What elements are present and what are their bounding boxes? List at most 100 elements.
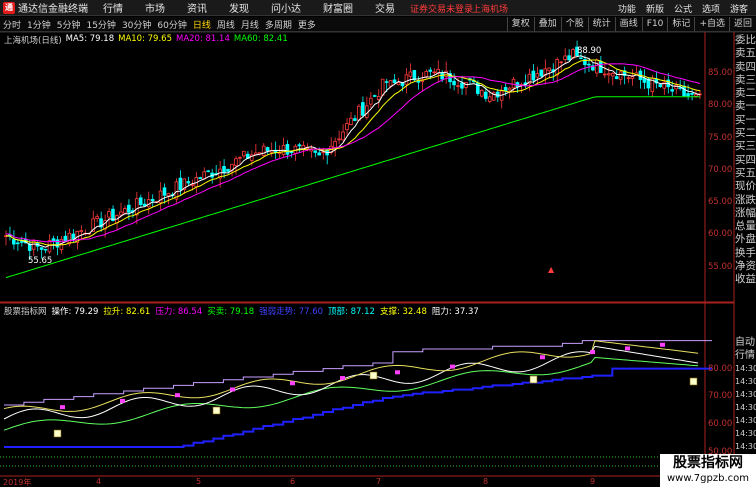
candle-body: [384, 81, 389, 83]
candle-body: [682, 85, 686, 97]
candle-body: [507, 87, 512, 91]
candle-body: [396, 82, 401, 85]
signal-icon: [212, 406, 221, 415]
watermark: 股票指标网 www.7gpzb.com: [660, 454, 756, 487]
candle-body: [238, 157, 242, 159]
x-label-apr: 4: [96, 477, 102, 486]
ma60-label: MA60: 82.41: [233, 34, 288, 44]
signal-marker: [450, 364, 455, 369]
x-label-aug: 8: [483, 477, 489, 486]
x-label-jun: 6: [290, 477, 296, 486]
quote-field-2: 卖四: [735, 60, 756, 73]
watermark-url: www.7gpzb.com: [667, 473, 749, 484]
tick-field-5: 14:30: [735, 403, 756, 412]
candle-body: [333, 140, 337, 149]
candle-body: [452, 80, 456, 86]
candle-body: [432, 71, 436, 74]
candle-body: [626, 77, 631, 79]
candle-body: [198, 177, 202, 180]
candle-body: [202, 171, 206, 180]
x-label-year: 2019年: [3, 478, 32, 487]
top-line: [4, 340, 712, 406]
candle-body: [349, 117, 353, 125]
arrow-marker: ▲: [548, 265, 555, 274]
candle-body: [483, 91, 488, 99]
candle-body: [614, 76, 619, 80]
candle-body: [361, 102, 365, 116]
candle-body: [337, 138, 341, 141]
quote-field-15: 外盘: [735, 233, 756, 246]
candle-body: [630, 76, 635, 79]
y-tick-60: 60.00: [708, 229, 733, 239]
candle-body: [579, 57, 583, 60]
candle-body: [480, 89, 484, 97]
candle-body: [694, 94, 698, 97]
candle-body: [317, 152, 321, 156]
signal-marker: [540, 355, 545, 360]
candle-body: [226, 168, 230, 172]
tick-field-8: 14:30: [735, 442, 756, 451]
y-tick-85: 85.00: [708, 68, 733, 78]
candle-body: [428, 69, 433, 72]
candle-body: [618, 71, 623, 80]
candle-body: [511, 78, 516, 89]
candle-body: [380, 78, 385, 96]
signal-marker: [120, 398, 125, 403]
quote-field-6: 买一: [735, 113, 756, 126]
signal-marker: [290, 381, 295, 386]
candle-body: [63, 235, 68, 242]
candle-body: [364, 105, 369, 118]
y2-tick-60: 60.00: [708, 419, 733, 429]
candle-body: [678, 87, 682, 89]
candle-body: [234, 158, 238, 166]
candle-body: [119, 211, 123, 216]
candle-body: [341, 131, 345, 141]
signal-marker: [60, 405, 65, 410]
lift-label: 拉升: 82.61: [103, 307, 151, 317]
quote-field-14: 总量: [735, 220, 756, 233]
tick-field-1: 行情: [735, 350, 755, 361]
quote-field-3: 卖三: [735, 73, 756, 86]
signal-icon: [689, 377, 698, 386]
candle-body: [178, 177, 183, 191]
tick-field-7: 14:30: [735, 429, 756, 438]
candle-body: [285, 144, 290, 155]
signal-marker: [590, 350, 595, 355]
quote-panel: 委比 卖五 卖四 卖三 卖二 卖一 买一 买二 买三 买四 买五 现价 涨跌 涨幅 总量 外盘 换手 净资 收益: [735, 34, 756, 287]
tick-field-3: 14:30: [735, 377, 756, 386]
signal-marker: [660, 342, 665, 347]
y-tick-70: 70.00: [708, 165, 733, 175]
candle-body: [51, 238, 56, 241]
candle-body: [206, 170, 210, 173]
candle-body: [547, 67, 551, 72]
candle-body: [460, 82, 464, 89]
candle-body: [567, 55, 571, 61]
candle-body: [95, 216, 99, 219]
kline-chart[interactable]: ▲: [0, 0, 756, 487]
candle-body: [444, 70, 448, 77]
ma5-line: [5, 55, 701, 248]
candle-body: [297, 144, 302, 147]
candle-body: [408, 71, 413, 77]
signal-marker: [230, 387, 235, 392]
y-tick-55: 55.00: [708, 262, 733, 272]
signal-marker: [175, 393, 180, 398]
ma10-label: MA10: 79.65: [118, 34, 172, 44]
candle-body: [222, 166, 226, 173]
candle-body: [39, 247, 44, 250]
candle-body: [539, 69, 544, 77]
candle-body: [563, 55, 567, 60]
candle-body: [166, 193, 171, 197]
signal-marker: [340, 376, 345, 381]
x-label-sep: 9: [590, 477, 596, 486]
candle-body: [416, 80, 421, 83]
press-label: 压力: 86.54: [155, 307, 203, 317]
candle-body: [503, 87, 508, 92]
candle-body: [313, 150, 318, 153]
top-label: 顶部: 87.12: [328, 307, 375, 317]
candle-body: [388, 80, 393, 87]
candle-body: [642, 78, 647, 83]
candle-body: [345, 122, 349, 131]
x-label-jul: 7: [376, 477, 382, 486]
candle-body: [610, 73, 615, 77]
